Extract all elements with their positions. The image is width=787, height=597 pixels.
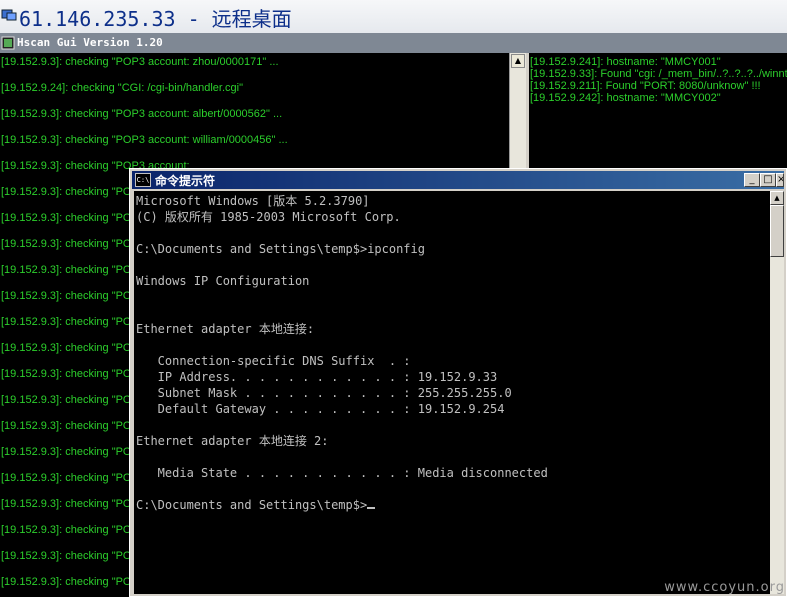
- scan-log-line: [19.152.9.3]: checking "PO: [1, 238, 132, 250]
- scan-log-scrollbar[interactable]: ▲: [509, 53, 527, 168]
- result-log-line: [19.152.9.242]: hostname: "MMCY002": [530, 92, 721, 104]
- scan-log-line: [19.152.9.3]: checking "POP3 account: wi…: [1, 134, 288, 146]
- scan-log-line: [19.152.9.3]: checking "PO: [1, 186, 132, 198]
- scan-log-line: [19.152.9.3]: checking "PO: [1, 342, 132, 354]
- scan-log-line: [19.152.9.3]: checking "PO: [1, 576, 132, 588]
- hscan-titlebar[interactable]: Hscan Gui Version 1.20: [0, 33, 787, 53]
- maximize-button[interactable]: □: [760, 173, 776, 187]
- result-log-line: [19.152.9.211]: Found "PORT: 8080/unknow…: [530, 80, 761, 92]
- scroll-up-arrow-icon[interactable]: ▲: [511, 54, 525, 68]
- result-log-line: [19.152.9.33]: Found "cgi: /_mem_bin/..?…: [530, 68, 787, 80]
- console-line: Default Gateway . . . . . . . . . : 19.1…: [136, 402, 505, 416]
- result-log-line: [19.152.9.241]: hostname: "MMCY001": [530, 56, 721, 68]
- hscan-window-title: Hscan Gui Version 1.20: [17, 36, 163, 49]
- results-log-panel[interactable]: [19.152.9.241]: hostname: "MMCY001" [19.1…: [529, 53, 787, 168]
- scan-log-line: [19.152.9.3]: checking "PO: [1, 316, 132, 328]
- scan-log-line: [19.152.9.3]: checking "PO: [1, 394, 132, 406]
- console-line: Media State . . . . . . . . . . . : Medi…: [136, 466, 548, 480]
- console-line: (C) 版权所有 1985-2003 Microsoft Corp.: [136, 210, 401, 224]
- scan-log-line: [19.152.9.3]: checking "PO: [1, 498, 132, 510]
- scan-log-line: [19.152.9.3]: checking "PO: [1, 446, 132, 458]
- scan-log-line: [19.152.9.3]: checking "POP3 account: al…: [1, 108, 283, 120]
- cmd-window[interactable]: C:\ 命令提示符 _ □ × Microsoft Windows [版本 5.…: [129, 168, 787, 597]
- watermark: www.ccoyun.org: [664, 580, 785, 595]
- cmd-titlebar[interactable]: C:\ 命令提示符 _ □ ×: [132, 171, 784, 189]
- console-line: C:\Documents and Settings\temp$>ipconfig: [136, 242, 425, 256]
- text-cursor: [367, 507, 376, 509]
- minimize-button[interactable]: _: [744, 173, 760, 187]
- console-line: Ethernet adapter 本地连接 2:: [136, 434, 329, 448]
- console-line: Connection-specific DNS Suffix . :: [136, 354, 411, 368]
- scan-log-line: [19.152.9.3]: checking "PO: [1, 290, 132, 302]
- console-line: Windows IP Configuration: [136, 274, 310, 288]
- console-line: Microsoft Windows [版本 5.2.3790]: [136, 194, 370, 208]
- cmd-scroll-thumb[interactable]: [770, 205, 784, 257]
- console-line: Subnet Mask . . . . . . . . . . . : 255.…: [136, 386, 512, 400]
- close-button[interactable]: ×: [776, 173, 784, 187]
- remote-desktop-icon: [1, 9, 17, 21]
- scan-log-line: [19.152.9.24]: checking "CGI: /cgi-bin/h…: [1, 82, 244, 94]
- remote-desktop-title: 61.146.235.33 - 远程桌面: [19, 7, 292, 31]
- scan-log-line: [19.152.9.3]: checking "PO: [1, 212, 132, 224]
- scan-log-line: [19.152.9.3]: checking "PO: [1, 524, 132, 536]
- remote-desktop-titlebar: 61.146.235.33 - 远程桌面: [0, 0, 787, 34]
- hscan-app-icon: [1, 36, 15, 50]
- cmd-console-output[interactable]: Microsoft Windows [版本 5.2.3790] (C) 版权所有 …: [134, 191, 770, 594]
- scan-log-line: [19.152.9.3]: checking "PO: [1, 420, 132, 432]
- console-line: Ethernet adapter 本地连接:: [136, 322, 315, 336]
- cmd-app-icon: C:\: [135, 173, 151, 187]
- console-line: C:\Documents and Settings\temp$>: [136, 497, 376, 513]
- scan-log-line: [19.152.9.3]: checking "POP3 account: zh…: [1, 56, 279, 68]
- scan-log-line: [19.152.9.3]: checking "PO: [1, 368, 132, 380]
- cmd-scrollbar[interactable]: ▲: [770, 191, 784, 594]
- cmd-window-title: 命令提示符: [155, 174, 216, 188]
- scan-log-line: [19.152.9.3]: checking "PO: [1, 550, 132, 562]
- scan-log-line: [19.152.9.3]: checking "PO: [1, 264, 132, 276]
- cmd-scroll-up-arrow-icon[interactable]: ▲: [770, 191, 784, 205]
- console-line: IP Address. . . . . . . . . . . . : 19.1…: [136, 370, 498, 384]
- scan-log-line: [19.152.9.3]: checking "PO: [1, 472, 132, 484]
